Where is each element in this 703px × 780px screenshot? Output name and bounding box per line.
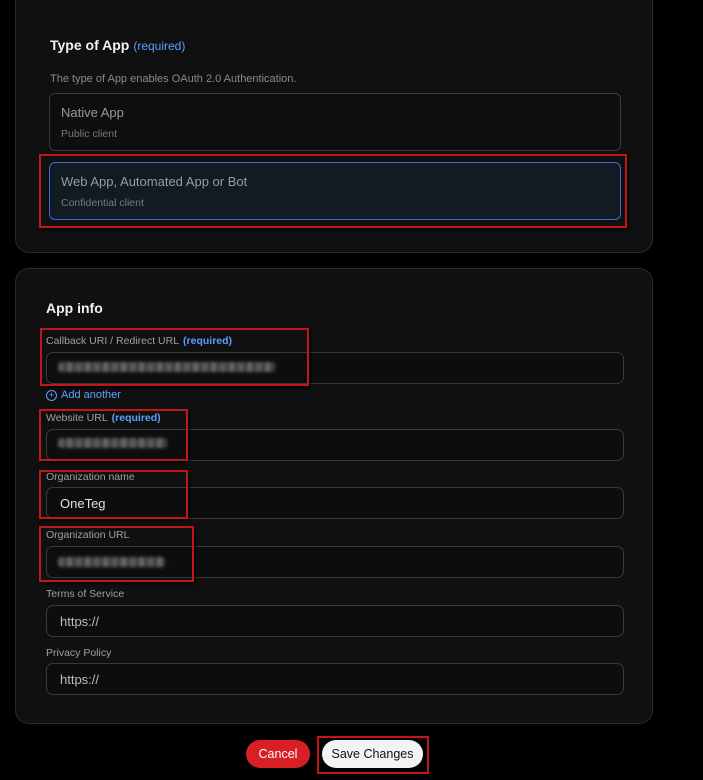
required-tag: (required) — [183, 335, 233, 347]
option-title: Native App — [61, 105, 124, 120]
org-name-input[interactable] — [46, 487, 624, 519]
app-info-title: App info — [46, 300, 103, 316]
terms-label: Terms of Service — [46, 588, 125, 600]
website-label: Website URL (required) — [46, 412, 161, 424]
app-type-heading: Type of App (required) — [50, 37, 185, 53]
option-subtitle: Public client — [61, 128, 118, 140]
option-subtitle: Confidential client — [61, 197, 144, 209]
redacted-value — [58, 362, 275, 372]
add-another-link[interactable]: + Add another — [46, 389, 121, 401]
privacy-url-input[interactable] — [46, 663, 624, 695]
option-native-app[interactable]: Native App Public client — [49, 93, 621, 151]
callback-label-text: Callback URI / Redirect URL — [46, 335, 180, 347]
option-title: Web App, Automated App or Bot — [61, 174, 248, 189]
redacted-value — [58, 557, 165, 567]
privacy-label: Privacy Policy — [46, 647, 112, 659]
callback-label: Callback URI / Redirect URL (required) — [46, 335, 232, 347]
website-label-text: Website URL — [46, 412, 108, 424]
terms-url-input[interactable] — [46, 605, 624, 637]
app-type-title: Type of App — [50, 37, 130, 53]
app-type-description: The type of App enables OAuth 2.0 Authen… — [50, 73, 297, 85]
add-another-label: Add another — [61, 389, 121, 401]
option-web-app[interactable]: Web App, Automated App or Bot Confidenti… — [49, 162, 621, 220]
plus-circle-icon: + — [46, 389, 57, 401]
required-tag: (required) — [133, 39, 186, 53]
redacted-value — [58, 438, 167, 448]
save-changes-button[interactable]: Save Changes — [322, 740, 423, 768]
required-tag: (required) — [111, 412, 161, 424]
app-type-card: Type of App (required) The type of App en… — [15, 0, 653, 253]
org-name-label: Organization name — [46, 471, 135, 483]
org-url-label: Organization URL — [46, 529, 130, 541]
cancel-button[interactable]: Cancel — [246, 740, 310, 768]
